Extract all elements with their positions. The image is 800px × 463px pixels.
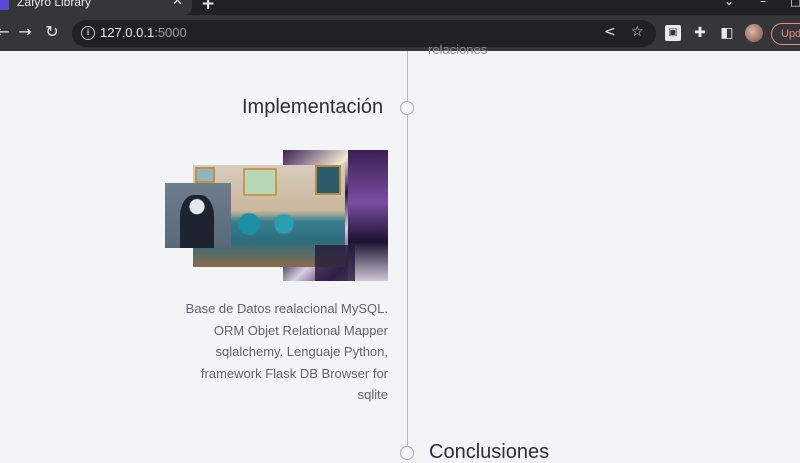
info-icon[interactable]: i [81, 26, 95, 40]
browser-tab-strip: Zafyro Library ✕ + ⌄ – □ [0, 0, 800, 15]
back-button[interactable]: ← [0, 21, 14, 43]
bookmark-star-icon[interactable]: ☆ [631, 24, 644, 40]
share-icon[interactable]: < [604, 24, 616, 40]
tab-search-chevron-icon[interactable]: ⌄ [724, 0, 734, 8]
profile-avatar[interactable] [745, 24, 763, 42]
tab-title: Zafyro Library [17, 0, 92, 9]
tab-close-icon[interactable]: ✕ [172, 0, 183, 9]
timeline-dot-conclusiones [400, 446, 414, 460]
implementation-description: Base de Datos realacional MySQL. ORM Obj… [185, 301, 388, 403]
timeline-dot-implementacion [400, 101, 414, 115]
reload-button[interactable]: ↻ [41, 21, 63, 43]
update-button[interactable]: Upd [771, 23, 800, 45]
minimize-button[interactable]: – [760, 0, 766, 8]
url-text[interactable]: 127.0.0.1:5000 [100, 25, 187, 40]
tab-favicon-icon [0, 0, 9, 10]
forward-button[interactable]: → [14, 21, 36, 43]
section-title-implementacion: Implementación [242, 96, 384, 118]
address-bar[interactable]: i 127.0.0.1:5000 < ☆ [72, 20, 656, 47]
puzzle-extensions-icon[interactable]: ✚ [692, 25, 708, 41]
section-title-conclusiones: Conclusiones [429, 441, 550, 463]
browser-tab[interactable]: Zafyro Library ✕ [0, 0, 192, 15]
browser-toolbar: ← → ↻ i 127.0.0.1:5000 < ☆ ▣ ✚ ◧ Upd [0, 15, 800, 51]
previous-section-text: relaciones [428, 42, 488, 57]
extension-icon[interactable]: ▣ [665, 25, 681, 41]
maximize-button[interactable]: □ [790, 0, 800, 8]
implementation-collage-image [165, 150, 388, 281]
new-tab-button[interactable]: + [201, 0, 215, 14]
side-panel-icon[interactable]: ◧ [719, 25, 735, 41]
